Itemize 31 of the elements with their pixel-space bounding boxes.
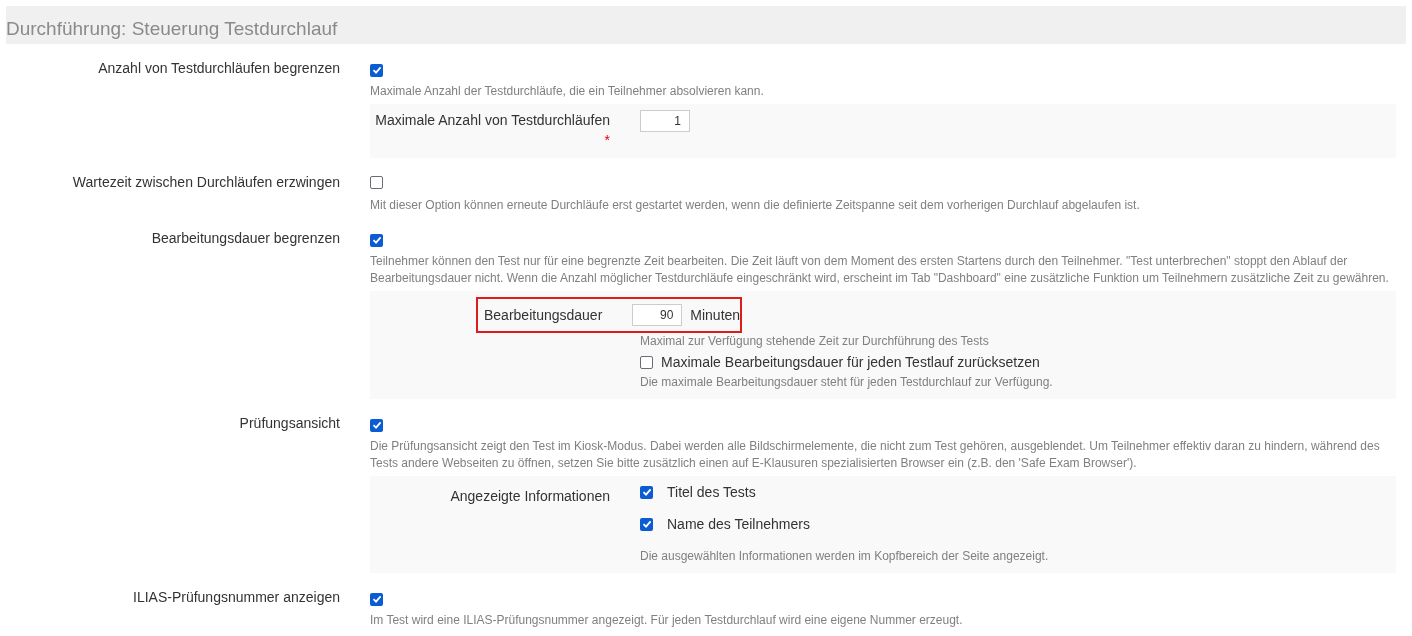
help-text: Die Prüfungsansicht zeigt den Test im Kiosk-Modus. Dabei werden alle Bildschirmelemente, die nicht zum Test gehören, ausgeblendet. Um Teilnehmer effektiv daran zu hindern, während des Tests andere Webseiten zu öffnen, setzen Sie bitte zusätzlich einen auf E-Klausuren spezialisierten Browser ein (z.B. den 'Safe Exam Browser'). — [370, 438, 1381, 472]
help-text: Teilnehmer können den Test nur für eine begrenzte Zeit bearbeiten. Die Zeit läuft von dem Moment des ersten Startens durch den Teilnehmer. "Test unterbrechen" stoppt den Ablauf der Bearbeitungsdauer nicht. Wenn die Anzahl möglicher Testdurchläufe eingeschränkt wird, erscheint im Tab "Dashboard" eine zusätzliche Funktion um Teilnehmern zusätzliche Zeit zu gewähren. — [370, 253, 1390, 287]
help-text: Maximale Anzahl der Testdurchläufe, die ein Teilnehmer absolvieren kann. — [370, 83, 765, 100]
number-field[interactable]: 90 — [632, 304, 683, 326]
checkbox[interactable] — [370, 592, 383, 606]
setting-label: Bearbeitungsdauer begrenzen — [151, 229, 340, 248]
checkbox[interactable] — [640, 355, 653, 369]
checkbox[interactable] — [370, 63, 383, 77]
help-text: Im Test wird eine ILIAS-Prüfungsnummer angezeigt. Für jeden Testdurchlauf wird eine eigene Nummer erzeugt. — [370, 612, 964, 629]
checkbox[interactable] — [640, 485, 653, 499]
setting-label: Anzahl von Testdurchläufen begrenzen — [98, 59, 340, 78]
number-field[interactable]: 1 — [640, 110, 690, 132]
option-label: Name des Teilnehmers — [667, 516, 810, 532]
setting-label: Wartezeit zwischen Durchläufen erzwingen — [72, 173, 340, 192]
help-text: Maximal zur Verfügung stehende Zeit zur Durchführung des Tests — [640, 333, 990, 350]
help-text: Mit dieser Option können erneute Durchläufe erst gestartet werden, wenn die definierte Zeitspanne seit dem vorherigen Durchlauf abgelaufen ist. — [370, 197, 1141, 214]
checkbox[interactable] — [370, 418, 383, 432]
field-label: Bearbeitungsdauer — [484, 306, 603, 325]
section-title: Durchführung: Steuerung Testdurchlauf — [6, 6, 1406, 44]
help-text: Die ausgewählten Informationen werden im Kopfbereich der Seite angezeigt. — [640, 548, 1050, 565]
option-label: Maximale Bearbeitungsdauer für jeden Testlauf zurücksetzen — [661, 354, 1040, 370]
help-text: Die maximale Bearbeitungsdauer steht für jeden Testdurchlauf zur Verfügung. — [640, 374, 1054, 391]
checkbox[interactable] — [370, 233, 383, 247]
setting-label: Prüfungsansicht — [239, 414, 340, 433]
field-label: Angezeigte Informationen — [450, 487, 610, 506]
setting-label: ILIAS-Prüfungsnummer anzeigen — [133, 588, 340, 607]
checkbox[interactable] — [640, 517, 653, 531]
option-label: Titel des Tests — [667, 484, 756, 500]
unit-label: Minuten — [690, 307, 741, 323]
checkbox[interactable] — [370, 176, 383, 189]
field-label: Maximale Anzahl von Testdurchläufen * — [374, 111, 610, 150]
